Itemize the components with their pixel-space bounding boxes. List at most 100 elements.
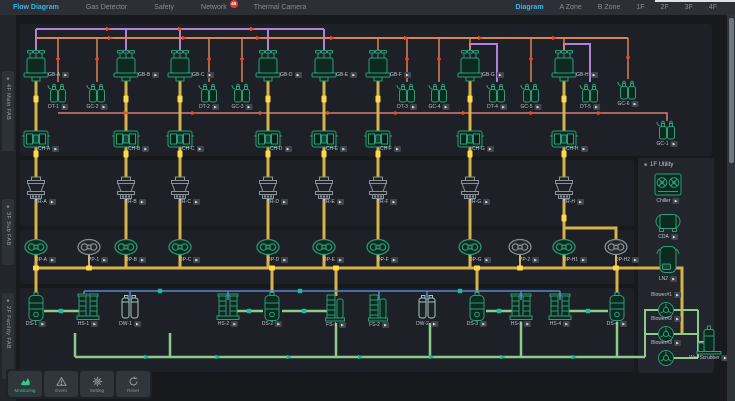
open-detail-button[interactable]: ▶ [49, 199, 56, 205]
open-detail-button[interactable]: ▶ [62, 72, 69, 78]
open-detail-button[interactable]: ▶ [390, 199, 397, 205]
equipment-gc-3[interactable] [232, 84, 250, 102]
open-detail-button[interactable]: ▶ [295, 72, 302, 78]
open-detail-button[interactable]: ▶ [39, 321, 46, 327]
open-detail-button[interactable]: ▶ [285, 146, 292, 152]
valve-icon[interactable] [124, 96, 129, 103]
equipment-tr-a[interactable] [28, 177, 45, 199]
equipment-dt-5[interactable] [580, 84, 598, 102]
scrollbar-thumb[interactable] [729, 18, 734, 163]
toolbar-reset-button[interactable]: Reset [116, 371, 150, 397]
equipment-chiller[interactable] [655, 174, 681, 195]
open-detail-button[interactable]: ▶ [674, 340, 681, 346]
open-detail-button[interactable]: ▶ [431, 321, 438, 327]
equipment-tr-e[interactable] [316, 177, 333, 199]
open-detail-button[interactable]: ▶ [339, 322, 346, 328]
equipment-dp-h2[interactable] [605, 240, 627, 255]
equipment-dp-f[interactable] [367, 240, 389, 255]
open-detail-button[interactable]: ▶ [632, 257, 639, 263]
open-detail-button[interactable]: ▶ [532, 257, 539, 263]
equipment-tr-g[interactable] [462, 177, 479, 199]
equipment-gc-2[interactable] [87, 84, 105, 102]
valve-icon[interactable] [562, 215, 567, 222]
open-detail-button[interactable]: ▶ [394, 146, 401, 152]
open-detail-button[interactable]: ▶ [337, 199, 344, 205]
equipment-gc-4[interactable] [429, 84, 447, 102]
open-detail-button[interactable]: ▶ [49, 257, 56, 263]
equipment-dp-g[interactable] [459, 240, 481, 255]
open-detail-button[interactable]: ▶ [382, 322, 389, 328]
equipment-blower-3[interactable] [659, 351, 674, 366]
nav-b-zone[interactable]: B Zone [598, 4, 621, 11]
equipment-gb-b[interactable] [114, 51, 138, 82]
open-detail-button[interactable]: ▶ [52, 146, 59, 152]
open-detail-button[interactable]: ▶ [139, 257, 146, 263]
equipment-ds-1[interactable] [29, 293, 43, 321]
equipment-dp-c[interactable] [169, 240, 191, 255]
equipment-ds-2[interactable] [265, 293, 279, 321]
open-detail-button[interactable]: ▶ [593, 104, 600, 110]
open-detail-button[interactable]: ▶ [483, 199, 490, 205]
open-detail-button[interactable]: ▶ [275, 321, 282, 327]
nav-gas-detector[interactable]: Gas Detector [86, 4, 127, 11]
equipment-ch-b[interactable] [112, 131, 140, 147]
equipment-dt-2[interactable] [199, 84, 217, 102]
sidebar-section-2f-facility-fab[interactable]: ■2F Facility FAB [2, 293, 14, 379]
equipment-gb-a[interactable] [24, 51, 48, 82]
equipment-dp-b[interactable] [115, 240, 137, 255]
equipment-gc-6[interactable] [618, 81, 636, 99]
open-detail-button[interactable]: ▶ [197, 146, 204, 152]
valve-icon[interactable] [322, 96, 327, 103]
equipment-tr-h[interactable] [556, 177, 573, 199]
valve-icon[interactable] [302, 309, 306, 313]
equipment-gb-d[interactable] [256, 51, 280, 82]
open-detail-button[interactable]: ▶ [620, 321, 627, 327]
equipment-pp-1[interactable] [78, 240, 100, 255]
sidebar-section-4f-main-fab[interactable]: ■4F Main FAB [2, 71, 14, 151]
equipment-gc-1[interactable] [657, 121, 675, 139]
open-detail-button[interactable]: ▶ [500, 104, 507, 110]
open-detail-button[interactable]: ▶ [670, 276, 677, 282]
toolbar-monitoring-button[interactable]: Monitoring [8, 371, 42, 397]
nav-1f[interactable]: 1F [636, 4, 644, 11]
equipment-ch-c[interactable] [166, 131, 194, 147]
open-detail-button[interactable]: ▶ [534, 104, 541, 110]
equipment-dt-1[interactable] [48, 84, 66, 102]
equipment-wet-scrubber[interactable] [697, 326, 721, 354]
valve-icon[interactable] [468, 96, 473, 103]
open-detail-button[interactable]: ▶ [212, 104, 219, 110]
equipment-gb-c[interactable] [168, 51, 192, 82]
nav-4f[interactable]: 4F [709, 4, 717, 11]
equipment-dp-d[interactable] [257, 240, 279, 255]
equipment-ch-f[interactable] [364, 131, 392, 147]
equipment-ds-4[interactable] [610, 293, 624, 321]
equipment-tr-d[interactable] [260, 177, 277, 199]
open-detail-button[interactable]: ▶ [497, 72, 504, 78]
open-detail-button[interactable]: ▶ [410, 104, 417, 110]
open-detail-button[interactable]: ▶ [563, 321, 570, 327]
nav-a-zone[interactable]: A Zone [560, 4, 582, 11]
equipment-tr-b[interactable] [118, 177, 135, 199]
open-detail-button[interactable]: ▶ [245, 104, 252, 110]
equipment-dp-e[interactable] [313, 240, 335, 255]
equipment-ch-a[interactable] [22, 131, 50, 147]
open-detail-button[interactable]: ▶ [591, 72, 598, 78]
valve-icon[interactable] [298, 289, 302, 293]
equipment-ch-h[interactable] [550, 131, 578, 147]
open-detail-button[interactable]: ▶ [577, 199, 584, 205]
open-detail-button[interactable]: ▶ [207, 72, 214, 78]
valve-icon[interactable] [376, 96, 381, 103]
open-detail-button[interactable]: ▶ [281, 257, 288, 263]
equipment-gb-h[interactable] [552, 51, 576, 82]
equipment-dp-h1[interactable] [553, 240, 575, 255]
valve-icon[interactable] [497, 309, 501, 313]
equipment-dt-3[interactable] [397, 84, 415, 102]
open-detail-button[interactable]: ▶ [281, 199, 288, 205]
equipment-tr-f[interactable] [370, 177, 387, 199]
scrollbar-track[interactable] [727, 15, 735, 401]
equipment-gb-e[interactable] [312, 51, 336, 82]
equipment-fs-2[interactable] [369, 295, 388, 321]
valve-icon[interactable] [562, 96, 567, 103]
open-detail-button[interactable]: ▶ [134, 321, 141, 327]
nav-3f[interactable]: 3F [685, 4, 693, 11]
